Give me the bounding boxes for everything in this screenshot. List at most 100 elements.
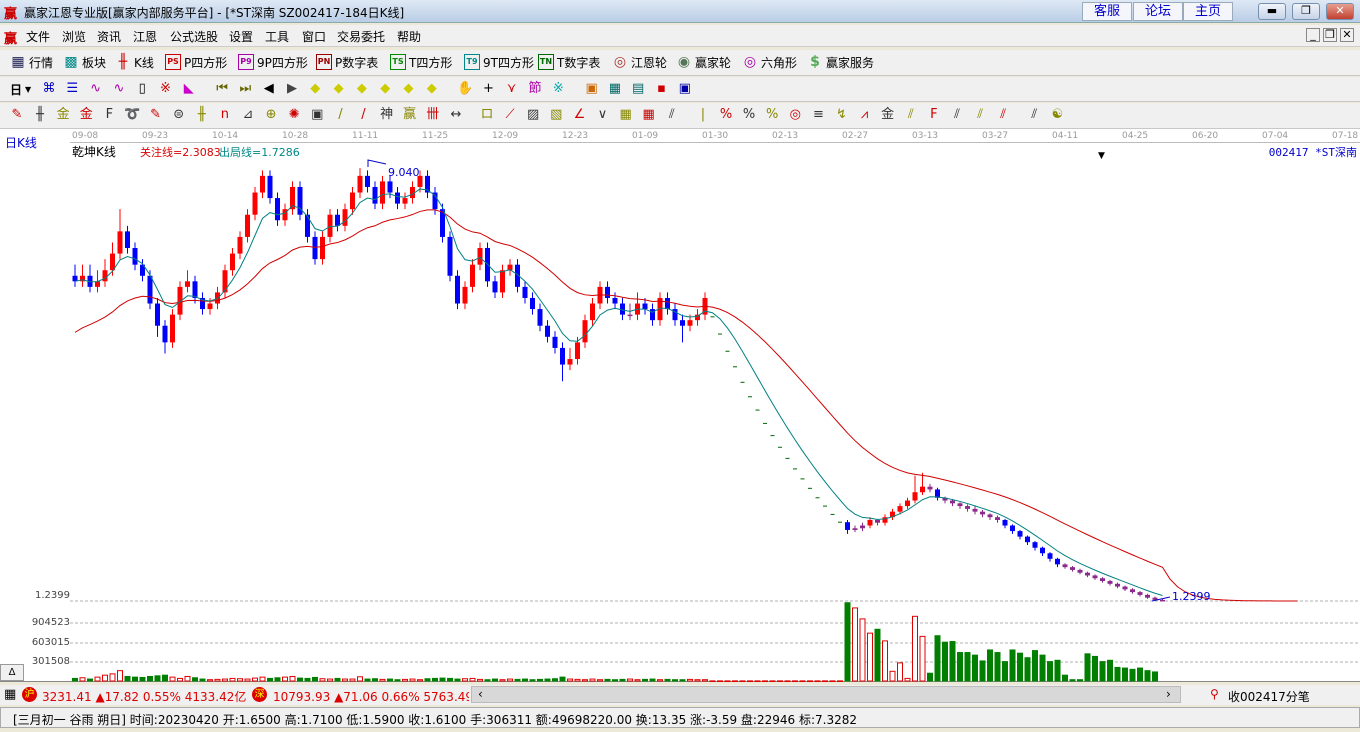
volume-bar [409, 678, 416, 682]
volume-bar [1122, 667, 1128, 682]
candle-body [1077, 569, 1083, 573]
candle-body [447, 236, 453, 276]
volume-bar [304, 677, 311, 682]
candle-body [867, 519, 873, 526]
volume-bar [492, 678, 498, 682]
candle-body [972, 508, 978, 512]
candle-body [987, 514, 993, 518]
candle-body [897, 506, 903, 512]
candle-body [530, 297, 535, 310]
candle-body [1025, 536, 1030, 543]
volume-bar [1062, 674, 1068, 682]
kline-chart[interactable]: 09-08 09-23 10-14 10-28 11-11 11-25 12-09 12-23… [0, 129, 1360, 682]
candle-body [1137, 592, 1143, 595]
volume-bar [162, 674, 168, 682]
status-bar: [三月初一 谷雨 朔日] 时间:20230420 开:1.6500 高:1.71… [0, 707, 1360, 728]
volume-bar [417, 679, 423, 682]
volume-bar [1017, 652, 1023, 682]
scroll-left-icon[interactable]: ‹ [478, 687, 483, 701]
volume-bar [252, 677, 258, 682]
candle-body [125, 231, 130, 249]
candle-body [567, 359, 573, 365]
ticker-scrollbar[interactable]: ‹ › [471, 686, 1181, 703]
low-price-label: 1.2399 [1172, 590, 1211, 603]
candle-body [1160, 599, 1165, 602]
index-ticker-bar: ▦ 沪 3231.41 ▲17.82 0.55% 4133.42亿 深 1079… [0, 685, 1360, 705]
candle-body [650, 309, 655, 321]
candle-body [455, 275, 460, 304]
volume-bar [432, 677, 438, 682]
volume-bar [169, 676, 176, 682]
volume-bar [289, 675, 296, 682]
candle-body [462, 286, 468, 304]
candle-body [627, 314, 633, 317]
volume-bar [657, 679, 663, 682]
shanghai-index[interactable]: 3231.41 ▲17.82 0.55% 4133.42亿 [42, 688, 246, 705]
bar-info: [三月初一 谷雨 朔日] 时间:20230420 开:1.6500 高:1.71… [13, 713, 857, 727]
volume-bar [72, 677, 78, 682]
candle-body [162, 325, 168, 343]
volume-bar [267, 677, 273, 682]
volume-bar [1039, 654, 1046, 682]
volume-bar [312, 676, 318, 682]
volume-bar [229, 677, 236, 682]
candle-body [905, 500, 910, 507]
volume-bar [387, 678, 393, 682]
candle-body [335, 214, 340, 226]
volume-bar [724, 680, 731, 682]
volume-bar [799, 680, 806, 682]
volume-bar [79, 677, 86, 682]
volume-bar [1054, 659, 1061, 682]
volume-bar [882, 640, 888, 682]
tick-detail-label[interactable]: 收002417分笔 [1228, 688, 1310, 705]
candle-body [1055, 558, 1060, 565]
volume-bar [747, 680, 753, 682]
volume-bar [619, 678, 626, 682]
volume-bar [604, 678, 611, 682]
volume-bar [537, 678, 543, 682]
scroll-right-icon[interactable]: › [1166, 687, 1171, 701]
candle-body [492, 281, 498, 293]
volume-bar [942, 641, 948, 682]
volume-bar [349, 678, 356, 682]
volume-bar [94, 676, 101, 682]
volume-bar [522, 678, 528, 682]
candle-body [1092, 575, 1098, 579]
candle-body [1017, 531, 1023, 537]
candle-body [267, 175, 273, 199]
volume-bar [1009, 649, 1016, 682]
candle-body [402, 198, 408, 204]
volume-bar [244, 678, 251, 682]
volume-bar [282, 676, 288, 682]
quote-table-icon[interactable]: ▦ [4, 687, 16, 702]
candle-body [1085, 572, 1090, 576]
candle-body [1062, 564, 1068, 568]
volume-bar [612, 679, 618, 682]
volume-bar [1047, 661, 1053, 682]
candle-body [552, 336, 558, 348]
candle-body [965, 506, 970, 509]
volume-bar [1107, 659, 1113, 682]
volume-bar [597, 679, 603, 682]
candle-body [875, 519, 880, 523]
volume-bar [702, 679, 708, 682]
volume-bar [822, 680, 828, 682]
candle-body [980, 511, 985, 515]
candle-body [387, 181, 393, 193]
volume-bar [634, 679, 641, 682]
volume-bar [237, 678, 243, 682]
volume-bar [964, 652, 971, 682]
volume-bar [649, 678, 656, 682]
volume-bar [207, 679, 213, 682]
volume-bar [184, 675, 191, 682]
shenzhen-icon: 深 [252, 687, 267, 702]
volume-bar [1077, 679, 1083, 682]
shenzhen-index[interactable]: 10793.93 ▲71.06 0.66% 5763.49亿 [273, 688, 469, 705]
candle-body [852, 528, 858, 530]
candle-body [605, 286, 610, 298]
volume-bar [732, 680, 738, 682]
candle-body [1115, 583, 1120, 587]
volume-bar [124, 675, 131, 682]
volume-bar [919, 635, 926, 682]
volume-bar [627, 678, 633, 682]
